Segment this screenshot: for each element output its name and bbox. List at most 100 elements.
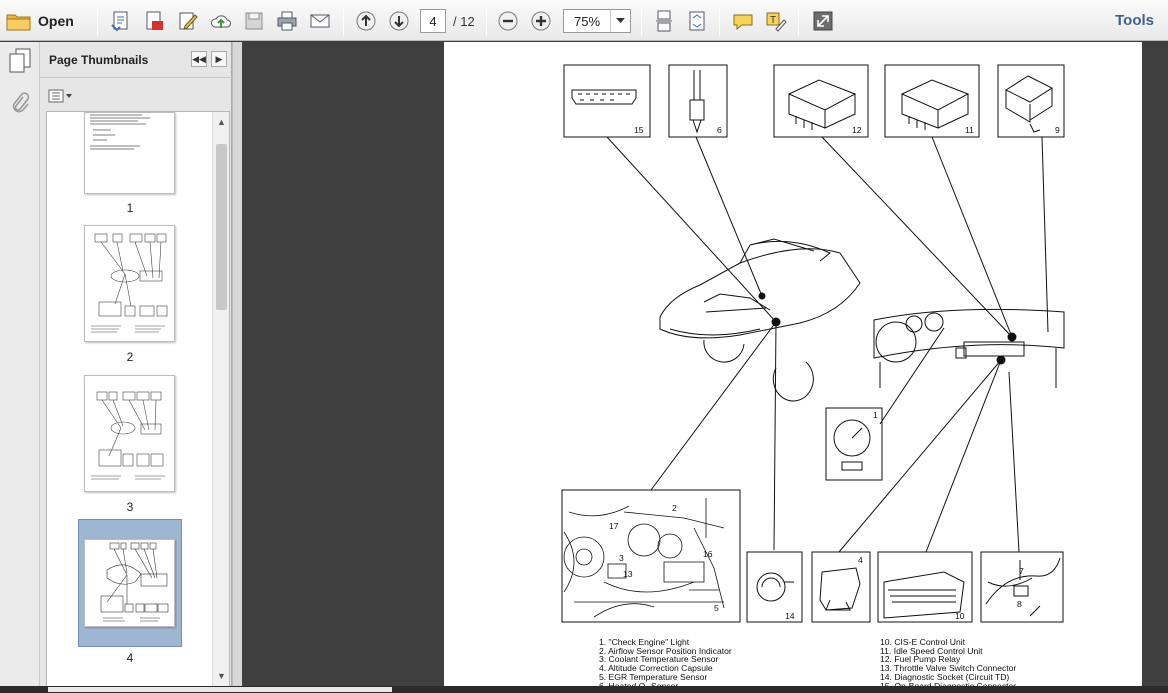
horizontal-scrollbar[interactable]	[0, 686, 1168, 693]
page-number-input[interactable]: 4	[420, 9, 446, 33]
zoom-out-button[interactable]	[495, 8, 521, 34]
edit-pdf-button[interactable]	[175, 8, 201, 34]
chevron-down-icon[interactable]	[610, 10, 630, 32]
paperclip-icon	[12, 92, 30, 113]
zoom-value: 75%	[574, 14, 601, 29]
callout-label: 2	[672, 503, 677, 513]
toolbar-separator	[343, 6, 344, 36]
email-button[interactable]	[307, 8, 333, 34]
expand-icon	[813, 11, 833, 31]
callout-label: 13	[623, 569, 633, 579]
envelope-icon	[310, 14, 330, 28]
cloud-upload-icon	[211, 15, 231, 28]
scrolling-mode-button[interactable]	[651, 8, 677, 34]
highlight-text-button[interactable]: T	[763, 8, 789, 34]
tools-link[interactable]: Tools	[1115, 12, 1154, 29]
printer-icon	[277, 11, 297, 31]
plus-circle-icon	[531, 11, 551, 31]
zoom-select[interactable]: 75%	[563, 9, 631, 33]
fit-page-icon	[689, 11, 705, 31]
thumbnail-page-2[interactable]	[84, 225, 175, 342]
arrow-up-icon	[356, 11, 376, 31]
callout-label: 11	[965, 125, 974, 135]
folder-icon	[6, 14, 31, 31]
list-options-icon	[48, 89, 72, 103]
legend-right: 10. CIS-E Control Unit 11. Idle Speed Co…	[880, 638, 1016, 690]
scrollbar-thumb[interactable]	[48, 687, 392, 692]
previous-page-button[interactable]	[353, 8, 379, 34]
callout-label: 3	[619, 553, 624, 563]
scroll-down-icon[interactable]: ▼	[213, 668, 229, 684]
options-menu-button[interactable]	[48, 87, 74, 105]
page-scroll-icon	[656, 10, 672, 32]
panel-splitter[interactable]	[232, 42, 242, 693]
speech-bubble-icon	[733, 14, 753, 31]
toolbar-separator	[97, 6, 98, 36]
fit-page-button[interactable]	[684, 8, 710, 34]
document-page: 15 6 12 11 9 1 2 17 3 13 16 5 14 4 10 7 …	[444, 42, 1142, 693]
callout-label: 10	[955, 611, 965, 621]
panel-title: Page Thumbnails	[49, 53, 149, 67]
export-pdf-button[interactable]	[141, 8, 167, 34]
print-button[interactable]	[274, 8, 300, 34]
thumbnail-label: 4	[126, 651, 134, 665]
callout-label: 5	[714, 603, 719, 613]
callout-label: 16	[703, 549, 713, 559]
svg-text:T: T	[770, 15, 776, 26]
upload-button[interactable]	[208, 8, 234, 34]
callout-label: 14	[785, 611, 795, 621]
attachments-tab[interactable]	[6, 88, 34, 118]
hide-panel-button[interactable]: ▶	[211, 51, 227, 67]
create-pdf-button[interactable]	[108, 8, 134, 34]
callout-label: 15	[634, 125, 644, 135]
arrow-down-icon	[389, 11, 409, 31]
thumbnail-label: 1	[126, 201, 134, 215]
navigation-pane	[0, 42, 40, 693]
toolbar-separator	[798, 6, 799, 36]
open-label: Open	[38, 13, 74, 29]
next-page-button[interactable]	[386, 8, 412, 34]
throttle-switch-box	[980, 551, 1064, 623]
page-total: / 12	[453, 14, 475, 29]
page-thumbnails-tab[interactable]	[6, 46, 34, 76]
callout-label: 17	[609, 521, 619, 531]
callout-label: 7	[1019, 566, 1024, 576]
create-pdf-icon	[111, 11, 128, 32]
component-location-diagram	[561, 64, 1065, 623]
callout-label: 6	[717, 125, 722, 135]
toolbar-separator	[719, 6, 720, 36]
thumbnail-page-3[interactable]	[84, 375, 175, 492]
toolbar-separator	[486, 6, 487, 36]
collapse-panel-button[interactable]: ◀◀	[191, 51, 207, 67]
callout-label: 8	[1017, 599, 1022, 609]
thumbnails-header: Page Thumbnails ◀◀ ▶	[40, 42, 232, 78]
minus-circle-icon	[498, 11, 518, 31]
highlighter-icon: T	[766, 12, 787, 32]
comment-button[interactable]	[730, 8, 756, 34]
callout-label: 4	[858, 555, 863, 565]
scroll-up-icon[interactable]: ▲	[213, 114, 229, 130]
page-thumbnails-panel: Page Thumbnails ◀◀ ▶ 1 2 3 4 ▲ ▼	[40, 42, 232, 693]
thumbnail-list: 1 2 3 4 ▲ ▼	[46, 111, 230, 687]
thumbnail-page-4[interactable]	[84, 539, 175, 627]
save-button[interactable]	[241, 8, 267, 34]
thumbnail-page-1[interactable]	[84, 112, 175, 194]
zoom-in-button[interactable]	[528, 8, 554, 34]
double-chevron-left-icon: ◀◀	[192, 53, 206, 64]
full-screen-button[interactable]	[810, 8, 836, 34]
thumbnail-label: 2	[126, 350, 134, 364]
thumbnail-label: 3	[126, 500, 134, 514]
chevron-right-icon: ▶	[215, 53, 223, 64]
open-button[interactable]: Open	[6, 8, 74, 34]
callout-label: 1	[873, 410, 878, 420]
page-thumbnails-icon	[9, 48, 31, 73]
scrollbar-thumb[interactable]	[216, 144, 227, 310]
save-disk-icon	[245, 12, 263, 30]
legend-left: 1. "Check Engine" Light 2. Airflow Senso…	[599, 638, 732, 690]
toolbar-separator	[641, 6, 642, 36]
thumbnail-scrollbar[interactable]: ▲ ▼	[212, 112, 229, 686]
document-view[interactable]: 15 6 12 11 9 1 2 17 3 13 16 5 14 4 10 7 …	[242, 42, 1168, 693]
callout-label: 9	[1055, 125, 1060, 135]
edit-document-icon	[179, 12, 198, 30]
pdf-file-icon	[146, 11, 163, 30]
